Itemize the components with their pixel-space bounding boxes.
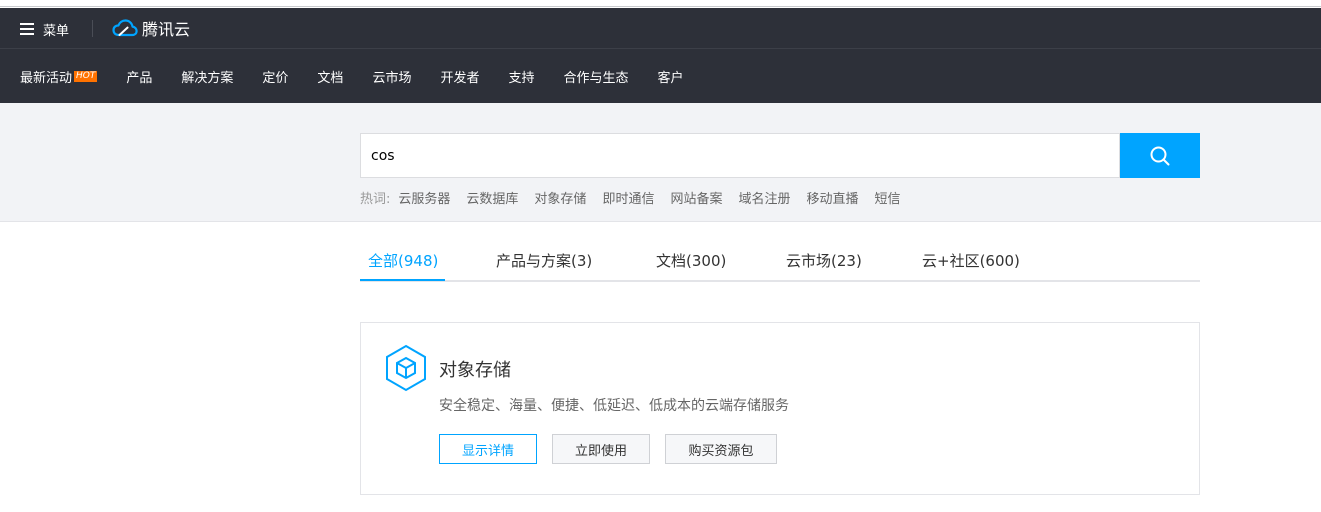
- cloud-logo-icon: [112, 19, 138, 37]
- tab-all[interactable]: 全部(948): [368, 250, 438, 271]
- nav-item-customers[interactable]: 客户: [658, 67, 684, 86]
- search-icon: [1150, 146, 1170, 165]
- menu-button[interactable]: 菜单: [20, 19, 69, 39]
- nav-label: 最新活动: [20, 70, 73, 86]
- nav-item-pricing[interactable]: 定价: [262, 67, 288, 86]
- nav-item-developers[interactable]: 开发者: [440, 67, 479, 86]
- active-tab-indicator: [360, 279, 445, 281]
- hot-word[interactable]: 移动直播: [806, 188, 858, 207]
- result-card: 对象存储 安全稳定、海量、便捷、低延迟、低成本的云端存储服务 显示详情 立即使用…: [360, 322, 1200, 495]
- nav-item-docs[interactable]: 文档: [317, 67, 343, 86]
- result-description: 安全稳定、海量、便捷、低延迟、低成本的云端存储服务: [439, 398, 789, 414]
- hot-words-label: 热词:: [360, 192, 391, 207]
- buy-package-button[interactable]: 购买资源包: [665, 434, 777, 464]
- nav-item-support[interactable]: 支持: [508, 67, 534, 86]
- use-now-button[interactable]: 立即使用: [552, 434, 650, 464]
- logo-text: 腾讯云: [142, 20, 191, 39]
- tab-marketplace[interactable]: 云市场(23): [786, 250, 862, 271]
- logo[interactable]: 腾讯云: [112, 17, 190, 39]
- hamburger-icon: [20, 23, 34, 35]
- nav-item-solutions[interactable]: 解决方案: [181, 67, 233, 86]
- hot-word[interactable]: 云数据库: [466, 188, 518, 207]
- hot-words: 热词: 云服务器 云数据库 对象存储 即时通信 网站备案 域名注册 移动直播 短…: [360, 188, 917, 207]
- result-tabs: 全部(948) 产品与方案(3) 文档(300) 云市场(23) 云+社区(60…: [360, 238, 1200, 282]
- menu-label: 菜单: [43, 23, 70, 39]
- nav-item-partners[interactable]: 合作与生态: [563, 67, 628, 86]
- browser-top-edge: [0, 0, 1321, 7]
- main-nav: 最新活动 HOT 产品 解决方案 定价 文档 云市场 开发者 支持 合作与生态 …: [0, 49, 713, 103]
- show-details-button[interactable]: 显示详情: [439, 434, 537, 464]
- header-top-bar: 菜单 腾讯云: [0, 8, 1321, 49]
- search-button[interactable]: [1120, 133, 1200, 178]
- hot-word[interactable]: 对象存储: [534, 188, 586, 207]
- tab-products-solutions[interactable]: 产品与方案(3): [496, 250, 592, 271]
- header-divider: [92, 20, 93, 37]
- hot-word[interactable]: 网站备案: [670, 188, 722, 207]
- result-title[interactable]: 对象存储: [439, 356, 511, 382]
- hot-badge: HOT: [74, 70, 98, 82]
- nav-item-activities[interactable]: 最新活动 HOT: [20, 67, 98, 86]
- hot-word[interactable]: 即时通信: [602, 188, 654, 207]
- tab-community[interactable]: 云+社区(600): [922, 250, 1020, 271]
- nav-item-products[interactable]: 产品: [126, 67, 152, 86]
- site-header: 菜单 腾讯云 最新活动 HOT 产品 解决方案 定价 文档 云市场 开发者 支持…: [0, 8, 1321, 103]
- hot-word[interactable]: 域名注册: [738, 188, 790, 207]
- search-input[interactable]: [361, 134, 1119, 177]
- hot-word[interactable]: 短信: [875, 188, 901, 207]
- nav-item-marketplace[interactable]: 云市场: [372, 67, 411, 86]
- cube-hexagon-icon: [386, 344, 426, 392]
- search-section: 热词: 云服务器 云数据库 对象存储 即时通信 网站备案 域名注册 移动直播 短…: [0, 103, 1321, 222]
- hot-word[interactable]: 云服务器: [398, 188, 450, 207]
- search-box: [360, 133, 1120, 178]
- tab-docs[interactable]: 文档(300): [656, 250, 726, 271]
